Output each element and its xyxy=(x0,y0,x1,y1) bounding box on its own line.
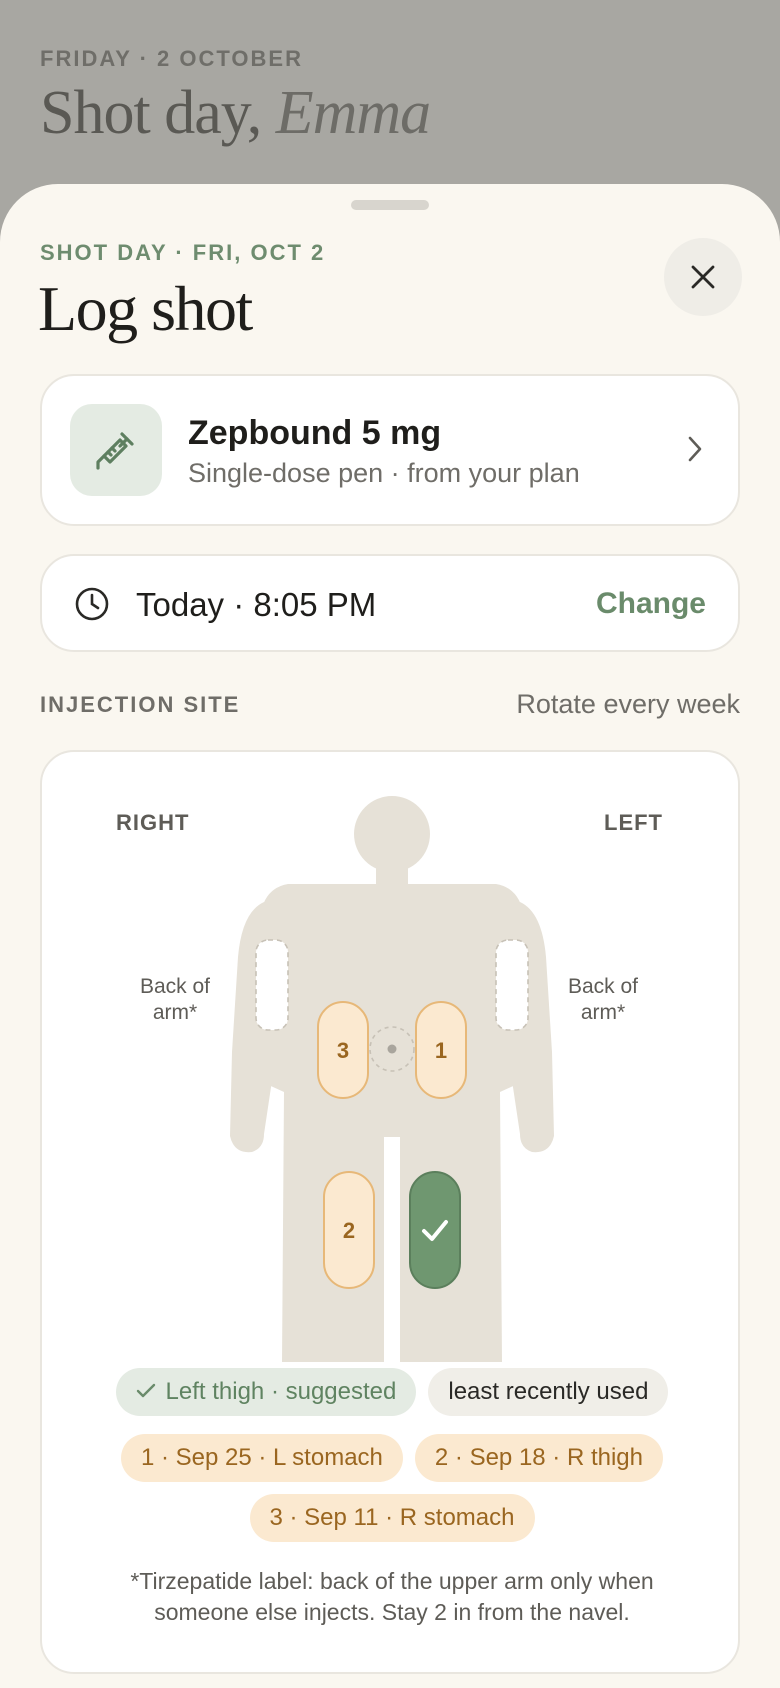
check-icon xyxy=(136,1378,156,1406)
sheet-grabber[interactable] xyxy=(351,200,429,210)
svg-text:2: 2 xyxy=(343,1218,355,1243)
clock-icon xyxy=(75,587,109,621)
svg-text:1: 1 xyxy=(435,1038,447,1063)
svg-text:3: 3 xyxy=(337,1038,349,1063)
suggested-site-label: Left thigh · suggested xyxy=(165,1378,397,1405)
medication-name: Zepbound 5 mg xyxy=(188,414,442,452)
rotation-hint: Rotate every week xyxy=(516,689,740,719)
history-chip: 1 · Sep 25 · L stomach xyxy=(120,1434,403,1482)
history-row-2: 3 · Sep 11 · R stomach xyxy=(42,1494,742,1542)
shot-time: Today · 8:05 PM xyxy=(136,586,377,623)
arm-note-left: Back of arm* xyxy=(567,975,639,1024)
medication-subtitle: Single-dose pen · from your plan xyxy=(188,458,580,488)
history-chip: 2 · Sep 18 · R thigh xyxy=(414,1434,664,1482)
site-thigh-right[interactable]: 2 xyxy=(323,1171,375,1289)
sheet-title: Log shot xyxy=(38,273,253,344)
sheet-eyebrow: SHOT DAY · FRI, OCT 2 xyxy=(40,240,326,265)
site-back-of-arm-right[interactable] xyxy=(255,939,289,1031)
site-stomach-right[interactable]: 3 xyxy=(317,1001,369,1099)
reason-chip: least recently used xyxy=(428,1368,669,1416)
background-title: Shot day, Emma xyxy=(40,79,431,147)
label-footnote: *Tirzepatide label: back of the upper ar… xyxy=(130,1568,654,1625)
close-button[interactable] xyxy=(664,238,742,316)
arm-note-right: Back of arm* xyxy=(139,975,211,1024)
change-time-button[interactable]: Change xyxy=(596,587,706,621)
history-row-1: 1 · Sep 25 · L stomach 2 · Sep 18 · R th… xyxy=(42,1434,742,1482)
medication-card[interactable]: Zepbound 5 mg Single-dose pen · from you… xyxy=(40,374,740,526)
body-map: 3 1 2 xyxy=(230,796,554,1362)
injection-site-card: RIGHT LEFT 3 1 2 Back of arm* Back of ar… xyxy=(40,750,740,1674)
chevron-right-icon xyxy=(688,436,702,462)
log-shot-sheet: SHOT DAY · FRI, OCT 2 Log shot Zepbound … xyxy=(0,184,780,1688)
injection-site-label: INJECTION SITE xyxy=(40,692,241,717)
site-thigh-left-selected[interactable] xyxy=(409,1171,461,1289)
site-back-of-arm-left[interactable] xyxy=(495,939,529,1031)
suggestion-row: Left thigh · suggested least recently us… xyxy=(42,1368,742,1416)
site-stomach-left[interactable]: 1 xyxy=(415,1001,467,1099)
suggested-site-chip[interactable]: Left thigh · suggested xyxy=(115,1368,417,1416)
history-chip: 3 · Sep 11 · R stomach xyxy=(249,1494,535,1542)
background-date: FRIDAY · 2 OCTOBER xyxy=(40,46,303,71)
syringe-icon xyxy=(70,404,162,496)
close-icon xyxy=(691,265,715,289)
time-card: Today · 8:05 PM Change xyxy=(40,554,740,652)
